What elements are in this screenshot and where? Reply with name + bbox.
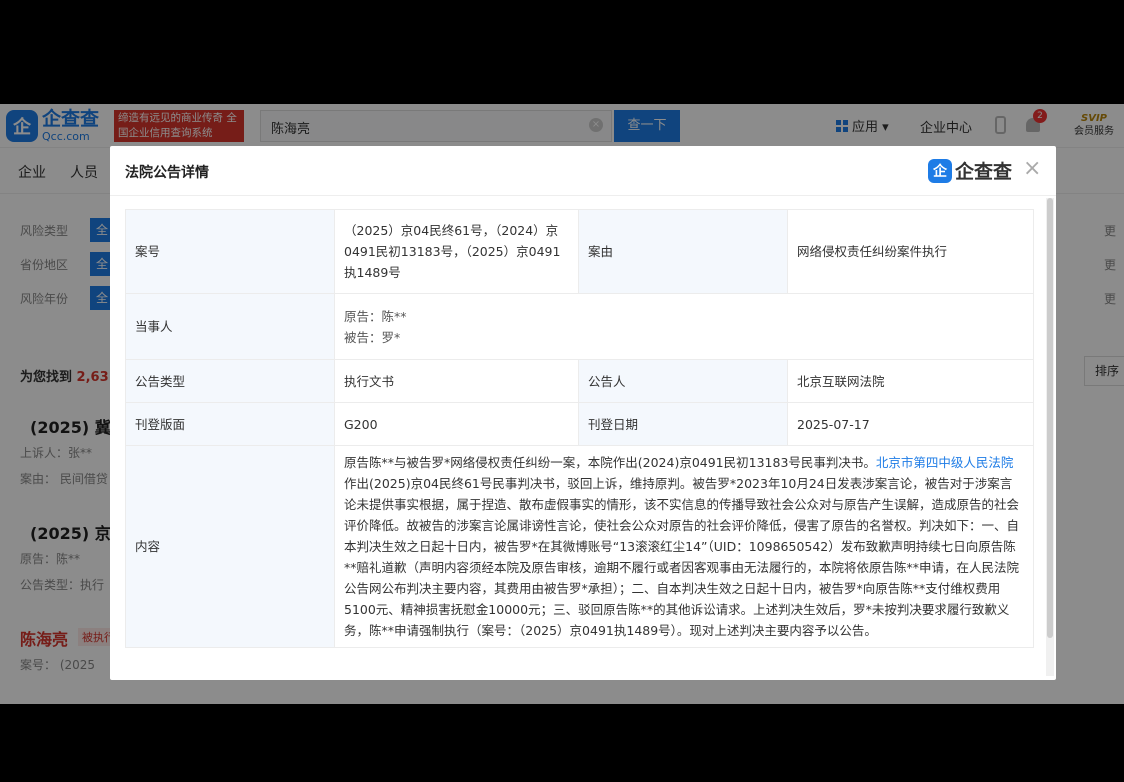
cause-value: 网络侵权责任纠纷案件执行 — [787, 209, 1034, 294]
content-label: 内容 — [125, 445, 335, 648]
dialog-scrollbar[interactable] — [1046, 198, 1054, 676]
date-label: 刊登日期 — [578, 402, 788, 446]
logo-icon: 企 — [928, 158, 952, 183]
case-no-value[interactable]: （2025）京04民终61号，（2024）京0491民初13183号，（2025… — [334, 209, 579, 294]
screen: 企 企查查 Qcc.com 缔造有远见的商业传奇 全国企业信用查询系统 陈海亮 … — [0, 104, 1124, 704]
content-value: 原告陈**与被告罗*网络侵权责任纠纷一案，本院作出(2024)京0491民初13… — [334, 445, 1034, 648]
dialog-logo-text: 企查查 — [955, 161, 1013, 183]
page-label: 刊登版面 — [125, 402, 335, 446]
notice-table: 案号 （2025）京04民终61号，（2024）京0491民初13183号，（2… — [125, 209, 1034, 648]
dialog-logo: 企 企查查 — [928, 157, 1012, 184]
notice-type-value: 执行文书 — [334, 359, 579, 403]
close-icon[interactable]: × — [1023, 158, 1041, 180]
plaintiff: 原告：陈** — [344, 308, 407, 324]
announcer-value: 北京互联网法院 — [787, 359, 1034, 403]
date-value: 2025-07-17 — [787, 402, 1034, 446]
content-text-1: 原告陈**与被告罗*网络侵权责任纠纷一案，本院作出(2024)京0491民初13… — [344, 455, 876, 470]
announcer-label: 公告人 — [578, 359, 788, 403]
dialog-title: 法院公告详情 — [125, 165, 209, 181]
page-value: G200 — [334, 402, 579, 446]
cause-label: 案由 — [578, 209, 788, 294]
court-link[interactable]: 北京市第四中级人民法院 — [876, 455, 1014, 470]
parties-label: 当事人 — [125, 293, 335, 360]
scrollbar-thumb[interactable] — [1047, 198, 1053, 638]
dialog-header: 法院公告详情 企 企查查 × — [110, 146, 1056, 196]
notice-type-label: 公告类型 — [125, 359, 335, 403]
content-text-2: 作出(2025)京04民终61号民事判决书，驳回上诉，维持原判。被告罗*2023… — [344, 476, 1020, 638]
court-notice-dialog: 法院公告详情 企 企查查 × 案号 （2025）京04民终61号，（2024）京… — [110, 146, 1056, 680]
case-no-label: 案号 — [125, 209, 335, 294]
defendant: 被告：罗* — [344, 329, 401, 345]
parties-value: 原告：陈** 被告：罗* — [334, 293, 1034, 360]
